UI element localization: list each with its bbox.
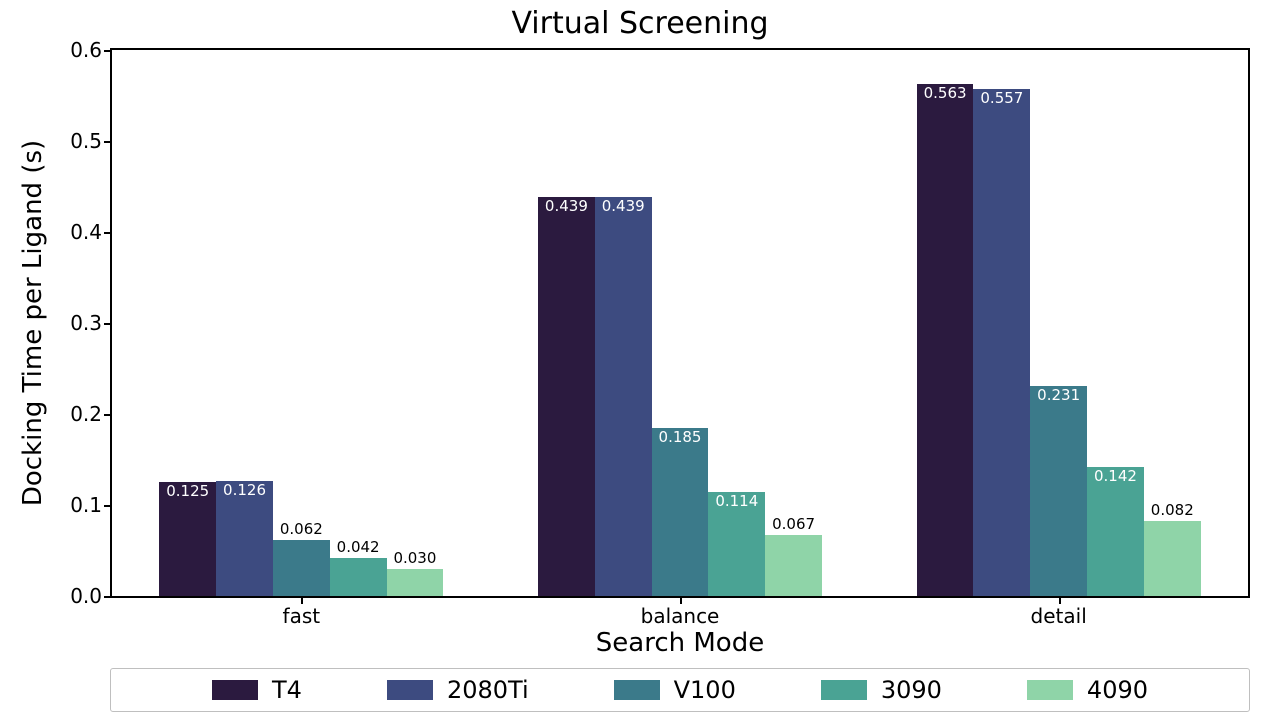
legend-item: V100 [614, 676, 736, 704]
bar [1087, 467, 1144, 596]
legend-swatch [614, 680, 660, 700]
legend-item: 3090 [821, 676, 942, 704]
legend-swatch [387, 680, 433, 700]
legend-item: 4090 [1027, 676, 1148, 704]
bar-value-label: 0.030 [393, 549, 436, 567]
plot-area: 0.00.10.20.30.40.50.6fastbalancedetail0.… [110, 48, 1250, 598]
y-tick-label: 0.0 [70, 584, 102, 608]
bar [1144, 521, 1201, 596]
bar-value-label: 0.082 [1151, 501, 1194, 519]
bar [765, 535, 822, 596]
bar-value-label: 0.042 [337, 538, 380, 556]
legend: T4 2080Ti V100 3090 4090 [110, 668, 1250, 712]
y-tick-label: 0.6 [70, 38, 102, 62]
y-tick [104, 50, 112, 52]
y-tick [104, 323, 112, 325]
y-tick-label: 0.3 [70, 311, 102, 335]
legend-swatch [821, 680, 867, 700]
legend-label: 3090 [881, 676, 942, 704]
y-tick-label: 0.2 [70, 402, 102, 426]
y-tick-label: 0.5 [70, 129, 102, 153]
x-tick-label: detail [1031, 604, 1087, 628]
y-tick [104, 596, 112, 598]
bar [159, 482, 216, 596]
bar [595, 197, 652, 596]
x-tick-label: balance [641, 604, 720, 628]
legend-swatch [1027, 680, 1073, 700]
legend-item: 2080Ti [387, 676, 529, 704]
x-tick [1059, 596, 1061, 604]
y-axis-label: Docking Time per Ligand (s) [18, 48, 48, 598]
bar-value-label: 0.062 [280, 520, 323, 538]
bar [652, 428, 709, 596]
x-tick [680, 596, 682, 604]
bar [538, 197, 595, 596]
legend-label: 2080Ti [447, 676, 529, 704]
y-tick [104, 414, 112, 416]
y-tick [104, 232, 112, 234]
legend-item: T4 [212, 676, 302, 704]
legend-label: 4090 [1087, 676, 1148, 704]
chart-title: Virtual Screening [0, 6, 1280, 41]
bar [973, 89, 1030, 596]
x-tick-label: fast [283, 604, 321, 628]
legend-swatch [212, 680, 258, 700]
legend-label: V100 [674, 676, 736, 704]
y-tick [104, 141, 112, 143]
y-tick-label: 0.1 [70, 493, 102, 517]
y-tick [104, 505, 112, 507]
legend-label: T4 [272, 676, 302, 704]
bar [387, 569, 444, 596]
bar [273, 540, 330, 596]
x-axis-label: Search Mode [110, 628, 1250, 658]
bar [330, 558, 387, 596]
bar [917, 84, 974, 596]
bar [216, 481, 273, 596]
bar-value-label: 0.067 [772, 515, 815, 533]
bar [708, 492, 765, 596]
y-tick-label: 0.4 [70, 220, 102, 244]
bar [1030, 386, 1087, 596]
x-tick [301, 596, 303, 604]
chart-figure: Virtual Screening Docking Time per Ligan… [0, 0, 1280, 723]
